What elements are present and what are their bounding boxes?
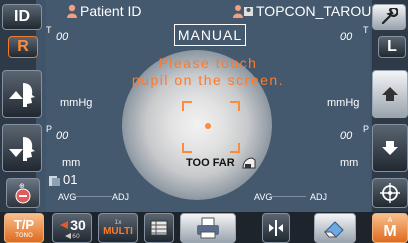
patient-name: TOPCON_TAROU — [256, 3, 372, 19]
eraser-icon — [323, 221, 344, 238]
id-button[interactable]: ID — [2, 4, 42, 30]
threshold-sub-arrow-icon — [65, 233, 72, 239]
alignment-center-dot — [205, 123, 211, 129]
multi-label: MULTI — [103, 226, 133, 237]
multi-count: 1x — [114, 219, 122, 226]
right-mmhg-unit: mmHg — [327, 97, 360, 109]
right-t-label: T — [363, 25, 369, 35]
threshold-button[interactable]: 30 60 — [52, 213, 92, 243]
table-icon — [150, 220, 168, 236]
mode-indicator[interactable]: MANUAL — [174, 24, 246, 46]
threshold-primary: 30 — [58, 217, 86, 233]
adj-left-label: ADJ — [112, 192, 130, 202]
printer-icon — [197, 217, 219, 239]
l-button-label: L — [387, 38, 397, 55]
zoom-out-button[interactable]: ⊕ — [6, 178, 40, 208]
threshold-arrow-icon — [60, 220, 69, 229]
right-t-value: 00 — [340, 31, 353, 43]
left-p-value: 00 — [56, 130, 69, 142]
instruction-line-2: pupil on the screen. — [131, 72, 285, 88]
mode-label: MANUAL — [177, 27, 243, 43]
multi-button[interactable]: 1x MULTI — [98, 213, 138, 243]
tono-pachy-button[interactable]: T/P TONO — [4, 213, 44, 243]
head-down-button[interactable] — [2, 124, 42, 172]
avg-left-label: AVG — [58, 192, 77, 202]
right-eye-button[interactable]: R — [8, 36, 38, 58]
right-p-value: 00 — [340, 130, 353, 142]
target-button[interactable] — [372, 178, 408, 208]
lower-right-divider — [270, 196, 306, 197]
crosshair-icon — [380, 183, 400, 203]
r-button-label: R — [17, 38, 29, 55]
wrench-icon — [381, 8, 398, 25]
alignment-bracket-bottom-left — [182, 143, 192, 153]
chinrest-down-button[interactable] — [372, 124, 408, 172]
head-up-button[interactable] — [2, 70, 42, 118]
threshold-value: 30 — [70, 216, 86, 233]
alignment-bracket-top-right — [230, 101, 240, 111]
left-eye-button[interactable]: L — [378, 36, 406, 58]
arrow-up-icon — [382, 87, 398, 101]
instruction-line-1: Please touch — [158, 55, 258, 71]
screen: { "header": { "patient_id_label": "Patie… — [0, 0, 408, 243]
id-button-label: ID — [14, 8, 30, 25]
eraser-button[interactable] — [314, 213, 356, 243]
tono-pachy-label: T/P — [13, 216, 35, 232]
alignment-bracket-bottom-right — [230, 143, 240, 153]
print-button[interactable] — [180, 213, 236, 243]
left-mmhg-unit: mmHg — [60, 97, 93, 109]
split-view-button[interactable] — [262, 213, 290, 243]
patient-id-label: Patient ID — [80, 3, 142, 19]
wrench-button[interactable] — [372, 4, 406, 30]
arrow-down-icon — [382, 141, 398, 155]
lower-left-divider — [72, 196, 112, 197]
threshold-secondary: 60 — [64, 233, 80, 240]
too-far-indicator: TOO FAR — [186, 157, 235, 169]
measurement-count-icon — [49, 176, 60, 186]
data-list-button[interactable] — [144, 213, 174, 243]
chinrest-up-button[interactable] — [372, 70, 408, 118]
right-mm-unit: mm — [340, 157, 359, 169]
left-p-label: P — [46, 124, 53, 134]
alignment-bracket-top-left — [182, 101, 192, 111]
manual-mode-button[interactable]: A M — [372, 213, 408, 243]
patient-name-icon — [233, 5, 253, 18]
left-mm-unit: mm — [62, 157, 81, 169]
head-up-icon — [9, 83, 35, 107]
adj-right-label: ADJ — [310, 192, 328, 202]
tono-pachy-sub-label: TONO — [15, 231, 33, 239]
patient-icon — [67, 4, 77, 18]
zoom-out-icon: ⊕ — [15, 182, 31, 204]
manual-mode-label: M — [383, 223, 397, 240]
split-arrow-icon — [269, 220, 283, 236]
head-down-icon — [9, 137, 35, 161]
avg-center-label: AVG — [254, 192, 273, 202]
left-t-value: 00 — [56, 31, 69, 43]
right-p-label: P — [363, 124, 370, 134]
threshold-sub-value: 60 — [72, 232, 80, 240]
left-t-label: T — [46, 25, 52, 35]
measurement-count: 01 — [63, 172, 78, 187]
distance-device-icon — [242, 157, 256, 169]
